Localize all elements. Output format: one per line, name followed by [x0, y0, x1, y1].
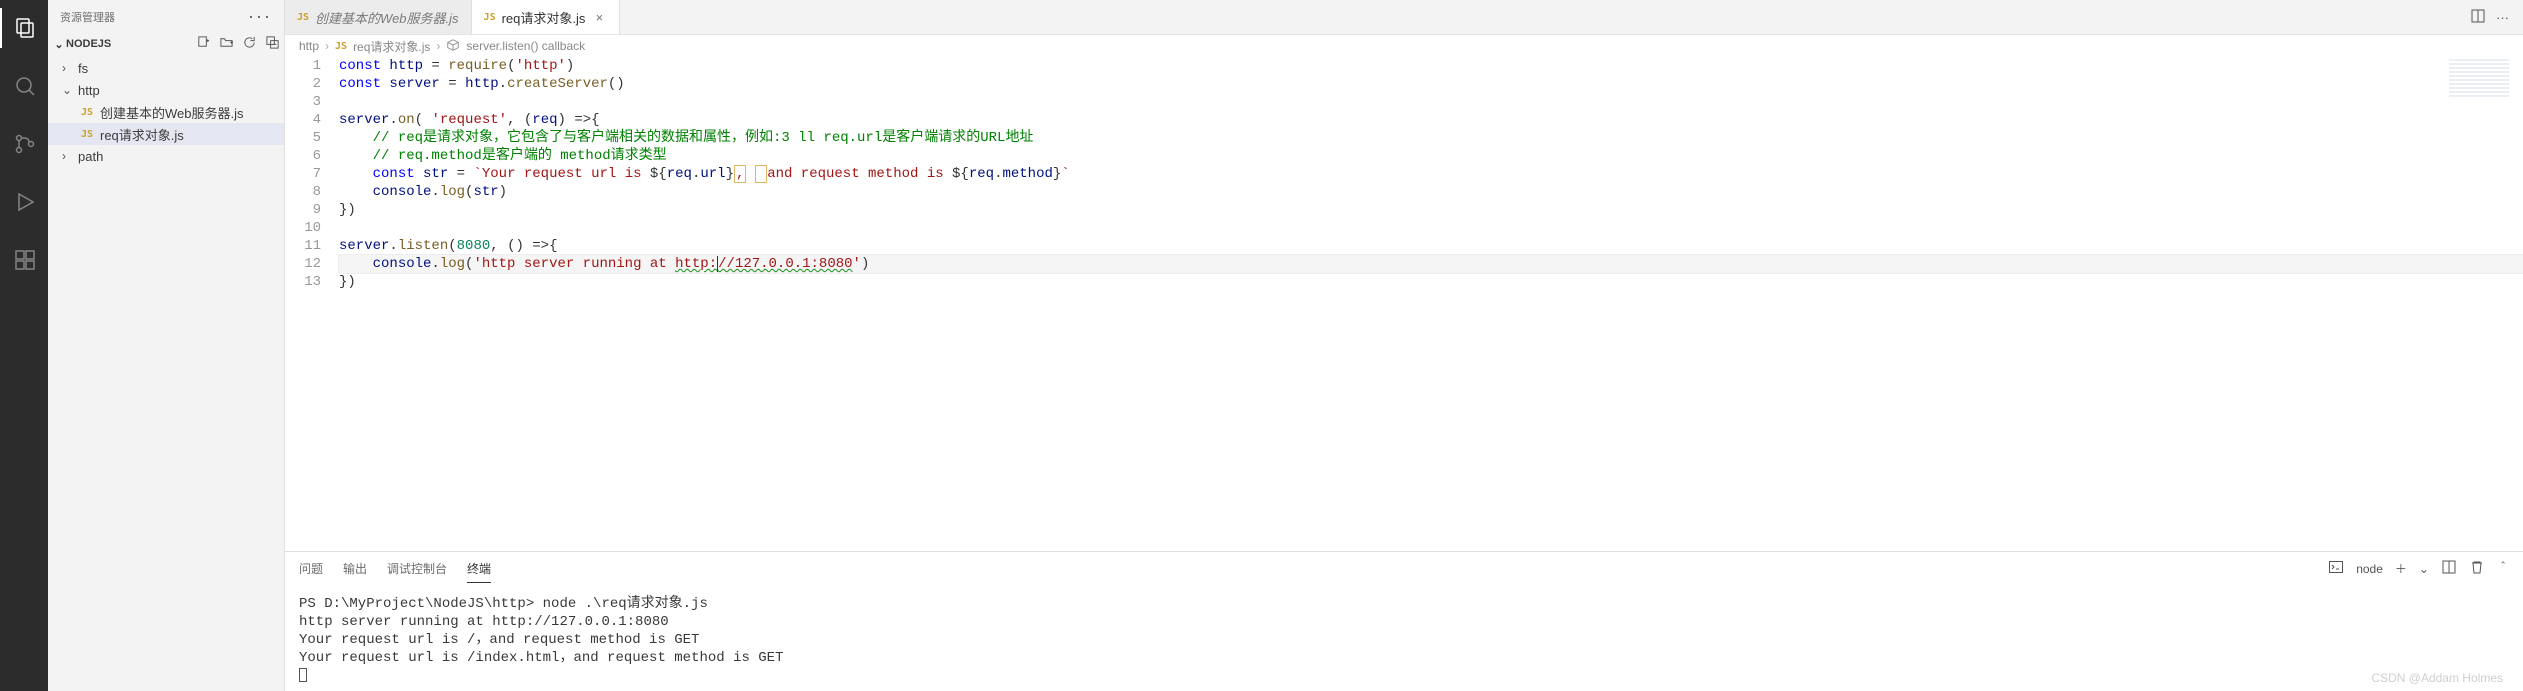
- breadcrumb-part[interactable]: http: [299, 39, 319, 53]
- activity-extensions-icon[interactable]: [0, 240, 48, 280]
- breadcrumb[interactable]: http › JS req请求对象.js › server.listen() c…: [285, 35, 2523, 57]
- tab-label: 创建基本的Web服务器.js: [315, 8, 459, 27]
- activity-search-icon[interactable]: [0, 66, 48, 106]
- folder-item[interactable]: ›fs: [48, 57, 284, 79]
- panel-tab[interactable]: 输出: [343, 555, 367, 583]
- chevron-right-icon: ›: [62, 61, 78, 75]
- folder-label: http: [78, 83, 100, 98]
- code-editor[interactable]: 12345678910111213 const http = require('…: [285, 57, 2523, 551]
- terminal-shell-label[interactable]: node: [2356, 562, 2383, 576]
- activity-bar: [0, 0, 48, 691]
- sidebar-section-header[interactable]: ⌄ NODEJS: [48, 33, 284, 55]
- chevron-right-icon: ›: [62, 149, 78, 163]
- file-item[interactable]: JS 创建基本的Web服务器.js: [48, 101, 284, 123]
- main-area: JS 创建基本的Web服务器.js JS req请求对象.js × ··· http ›…: [285, 0, 2523, 691]
- file-tree: ›fs⌄httpJS创建基本的Web服务器.jsJSreq请求对象.js›pat…: [48, 55, 284, 169]
- minimap[interactable]: [2449, 59, 2509, 99]
- editor-tabs: JS 创建基本的Web服务器.js JS req请求对象.js × ···: [285, 0, 2523, 35]
- folder-item[interactable]: ⌄http: [48, 79, 284, 101]
- bottom-panel: 问题输出调试控制台终端 node ＋ ⌄ ＾ PS D:\MyProject\N…: [285, 551, 2523, 691]
- close-icon[interactable]: ×: [591, 9, 607, 25]
- panel-maximize-icon[interactable]: ＾: [2497, 560, 2509, 577]
- watermark: CSDN @Addam Holmes: [2371, 671, 2503, 685]
- collapse-all-icon[interactable]: [265, 35, 280, 53]
- tab-label: req请求对象.js: [502, 8, 586, 27]
- line-gutter: 12345678910111213: [285, 57, 339, 551]
- split-editor-icon[interactable]: [2470, 8, 2486, 27]
- chevron-right-icon: ›: [436, 39, 440, 53]
- terminal-output[interactable]: PS D:\MyProject\NodeJS\http> node .\req请…: [285, 585, 2523, 691]
- panel-tab[interactable]: 终端: [467, 555, 491, 583]
- sidebar: 资源管理器 ··· ⌄ NODEJS ›fs⌄httpJS创建基本的Web服务器…: [48, 0, 285, 691]
- editor-tab[interactable]: JS 创建基本的Web服务器.js: [285, 0, 472, 34]
- panel-tab[interactable]: 问题: [299, 555, 323, 583]
- terminal-cursor: [299, 668, 307, 682]
- activity-source-control-icon[interactable]: [0, 124, 48, 164]
- editor-tab[interactable]: JS req请求对象.js ×: [472, 0, 621, 34]
- activity-explorer-icon[interactable]: [0, 8, 48, 48]
- method-icon: [446, 38, 460, 55]
- split-terminal-icon[interactable]: [2441, 559, 2457, 578]
- editor-more-icon[interactable]: ···: [2496, 10, 2509, 25]
- sidebar-more-icon[interactable]: ···: [248, 6, 272, 27]
- sidebar-title: 资源管理器: [60, 9, 248, 25]
- js-file-icon: JS: [484, 12, 496, 23]
- refresh-icon[interactable]: [242, 35, 257, 53]
- terminal-shell-icon[interactable]: [2328, 559, 2344, 578]
- js-file-icon: JS: [335, 41, 347, 52]
- js-file-icon: JS: [78, 129, 96, 140]
- chevron-down-icon: ⌄: [62, 83, 78, 97]
- file-label: 创建基本的Web服务器.js: [100, 103, 244, 122]
- folder-label: fs: [78, 61, 88, 76]
- js-file-icon: JS: [78, 107, 96, 118]
- folder-label: path: [78, 149, 103, 164]
- new-terminal-icon[interactable]: ＋: [2395, 560, 2407, 577]
- chevron-down-icon: ⌄: [52, 38, 66, 51]
- activity-run-debug-icon[interactable]: [0, 182, 48, 222]
- code-area[interactable]: const http = require('http')const server…: [339, 57, 2523, 551]
- terminal-dropdown-icon[interactable]: ⌄: [2419, 562, 2429, 576]
- new-folder-icon[interactable]: [219, 35, 234, 53]
- file-item[interactable]: JS req请求对象.js: [48, 123, 284, 145]
- breadcrumb-part[interactable]: req请求对象.js: [353, 38, 430, 55]
- panel-tab[interactable]: 调试控制台: [387, 555, 447, 583]
- new-file-icon[interactable]: [196, 35, 211, 53]
- js-file-icon: JS: [297, 12, 309, 23]
- breadcrumb-part[interactable]: server.listen() callback: [466, 39, 585, 53]
- chevron-right-icon: ›: [325, 39, 329, 53]
- sidebar-section-name: NODEJS: [66, 38, 196, 50]
- folder-item[interactable]: ›path: [48, 145, 284, 167]
- kill-terminal-icon[interactable]: [2469, 559, 2485, 578]
- file-label: req请求对象.js: [100, 125, 184, 144]
